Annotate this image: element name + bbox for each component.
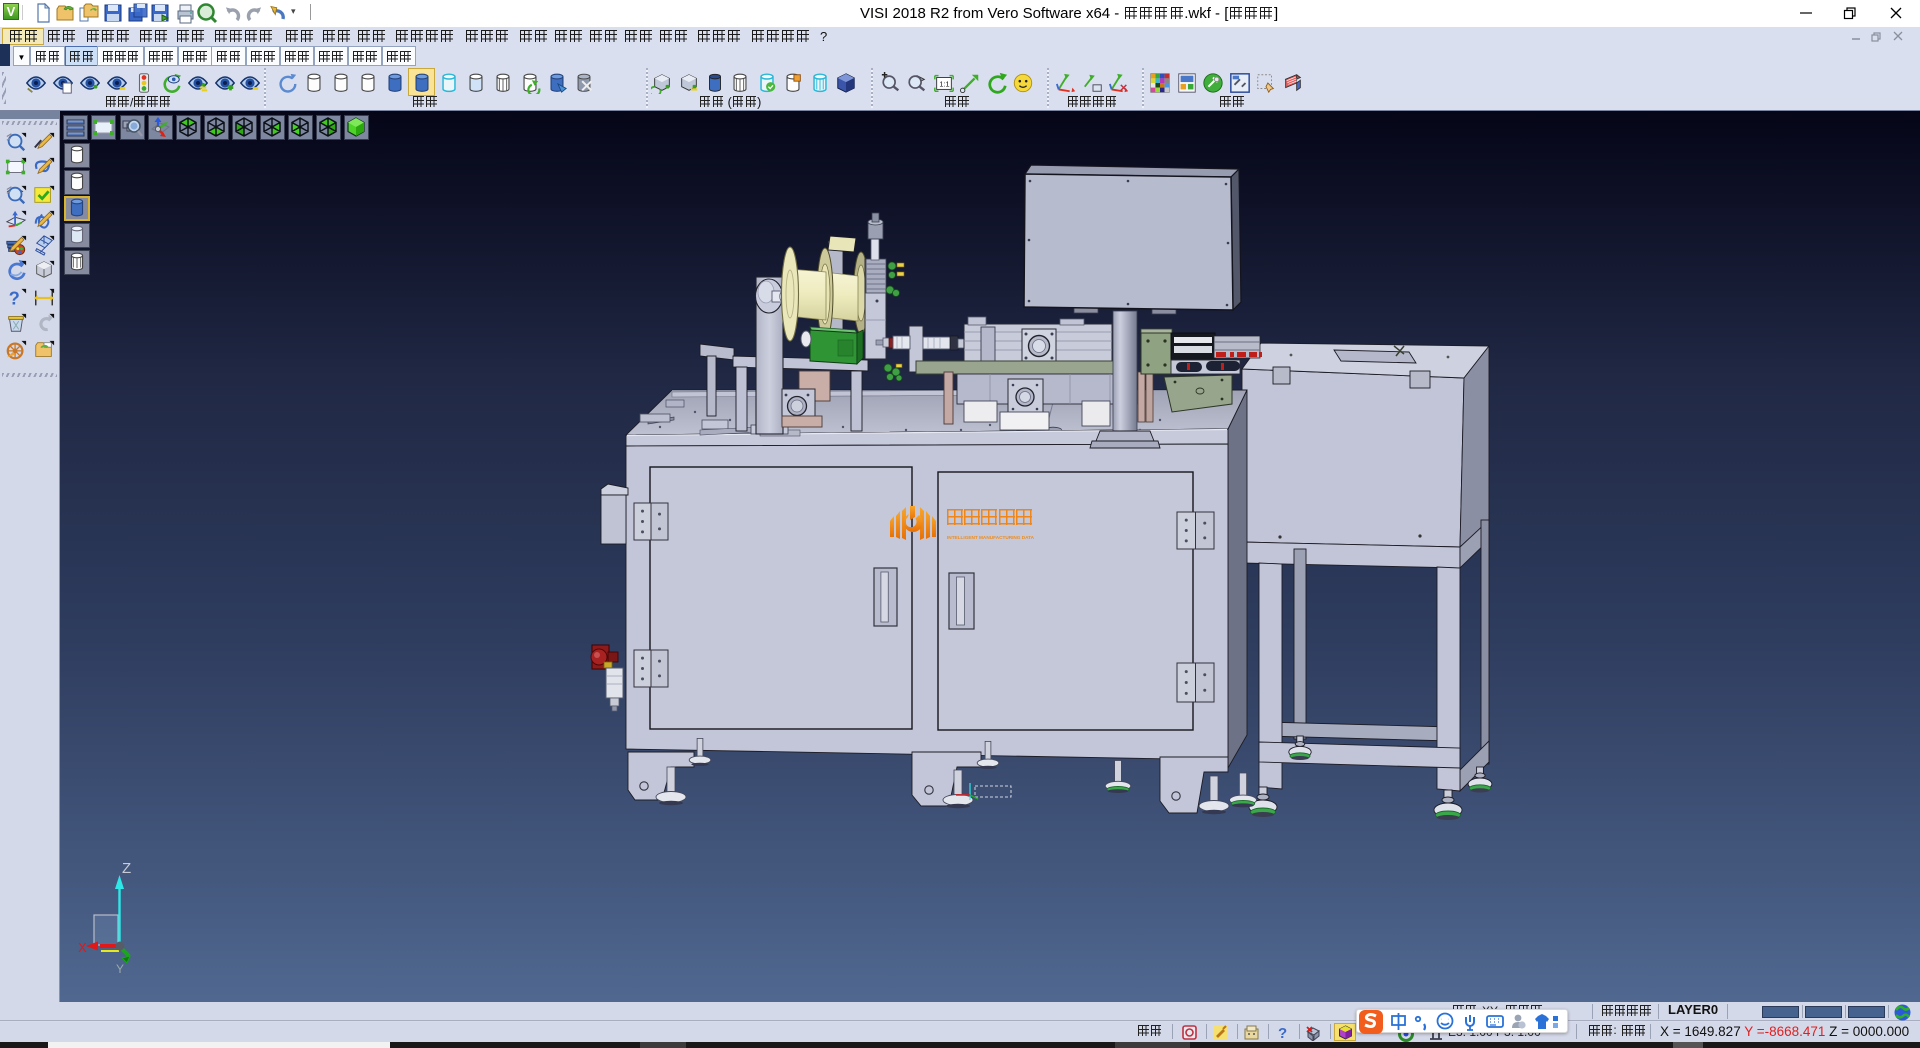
svg-text:?: ? bbox=[9, 287, 20, 308]
svg-text:X: X bbox=[78, 940, 87, 955]
svg-text:?: ? bbox=[1278, 1025, 1287, 1041]
svg-text:1:1: 1:1 bbox=[939, 80, 949, 89]
svg-text:Y: Y bbox=[116, 962, 124, 976]
svg-text:Z: Z bbox=[122, 860, 131, 877]
